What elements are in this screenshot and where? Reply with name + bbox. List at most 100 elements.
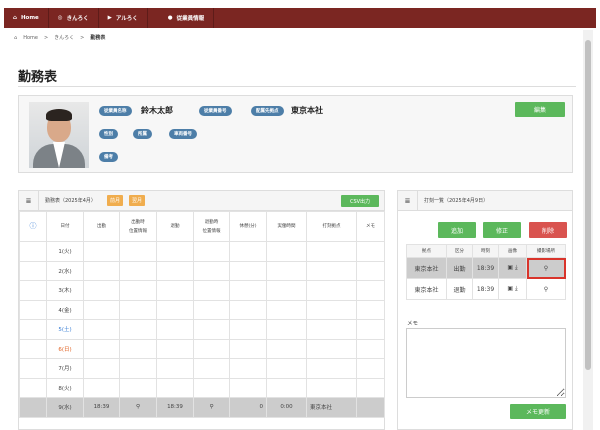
clock-icon: ◎ bbox=[57, 15, 63, 21]
edit-button[interactable]: 編集 bbox=[515, 102, 565, 117]
camera-icon[interactable]: ▣ bbox=[507, 285, 513, 292]
row-out: 18:39 bbox=[156, 397, 194, 418]
col-time: 時刻 bbox=[472, 244, 499, 258]
col-date: 日付 bbox=[46, 211, 84, 242]
download-icon[interactable]: ⤓ bbox=[515, 285, 518, 292]
row-out bbox=[156, 299, 194, 320]
row-in-location bbox=[119, 319, 157, 340]
camera-icon[interactable]: ▣ bbox=[507, 264, 513, 271]
punch-title: 打刻一覧（2025年4月9日） bbox=[424, 198, 489, 204]
col-type: 区分 bbox=[446, 244, 473, 258]
nav-arroku[interactable]: ▶ アルろく bbox=[99, 8, 148, 28]
row-work bbox=[266, 358, 307, 379]
row-memo bbox=[356, 338, 385, 359]
row-out-location bbox=[193, 241, 230, 262]
row-in-location bbox=[119, 241, 157, 262]
list-icon: ≣ bbox=[19, 191, 39, 210]
row-out-location bbox=[193, 319, 230, 340]
col-in: 出勤 bbox=[83, 211, 120, 242]
row-in-location bbox=[119, 260, 157, 281]
row-work bbox=[266, 338, 307, 359]
row-date: 2(水) bbox=[46, 260, 84, 281]
row-memo bbox=[356, 241, 385, 262]
delete-button[interactable]: 削除 bbox=[529, 222, 567, 238]
list-icon: ≣ bbox=[398, 191, 418, 210]
row-memo bbox=[356, 280, 385, 301]
punch-row[interactable]: 東京本社 退勤 18:39 ▣ ⤓ ⚲ bbox=[406, 278, 566, 300]
csv-export-button[interactable]: CSV出力 bbox=[341, 195, 379, 207]
timesheet-table: ⓘ 日付 出勤 出勤時 位置情報 退勤 退勤時 位置情報 休憩(分) 実働時間 打刻… bbox=[19, 211, 385, 418]
memo-update-button[interactable]: メモ更新 bbox=[510, 404, 566, 419]
row-site bbox=[306, 319, 357, 340]
user-icon: ● bbox=[167, 15, 173, 21]
row-break: 0 bbox=[229, 397, 267, 418]
home-icon: ⌂ bbox=[13, 15, 17, 21]
row-break bbox=[229, 299, 267, 320]
row-site bbox=[306, 280, 357, 301]
row-out bbox=[156, 338, 194, 359]
col-memo: メモ bbox=[356, 211, 385, 242]
map-pin-icon[interactable]: ⚲ bbox=[193, 397, 230, 418]
breadcrumb-home[interactable]: Home bbox=[23, 35, 38, 41]
timesheet-row[interactable]: 1(火) bbox=[19, 241, 385, 262]
timesheet-row[interactable]: 3(木) bbox=[19, 280, 385, 301]
row-site bbox=[306, 299, 357, 320]
punch-panel: ≣ 打刻一覧（2025年4月9日） 追加 修正 削除 拠点 区分 時刻 画像 撮影… bbox=[397, 190, 573, 430]
row-work: 0:00 bbox=[266, 397, 307, 418]
row-out-location bbox=[193, 260, 230, 281]
row-date: 9(水) bbox=[46, 397, 84, 418]
profile-card: 従業員名称 鈴木太郎 従業員番号 配属先拠点 東京本社 性別 所属 車両番号 備… bbox=[18, 95, 573, 173]
map-pin-icon[interactable]: ⚲ bbox=[526, 257, 566, 279]
timesheet-row[interactable]: 7(月) bbox=[19, 358, 385, 379]
col-site: 打刻拠点 bbox=[306, 211, 357, 242]
nav-home[interactable]: ⌂ Home bbox=[4, 8, 49, 28]
row-date: 1(火) bbox=[46, 241, 84, 262]
row-out-location bbox=[193, 377, 230, 398]
row-work bbox=[266, 260, 307, 281]
map-pin-icon[interactable]: ⚲ bbox=[526, 278, 566, 300]
download-icon[interactable]: ⤓ bbox=[515, 264, 518, 271]
breadcrumb-kinroku[interactable]: きんろく bbox=[54, 34, 74, 41]
punch-table: 拠点 区分 時刻 画像 撮影場所 東京本社 出勤 18:39 ▣ ⤓ ⚲ 東京本社退… bbox=[406, 244, 566, 300]
col-image: 画像 bbox=[498, 244, 527, 258]
row-out bbox=[156, 358, 194, 379]
help-icon[interactable]: ⓘ bbox=[19, 211, 47, 242]
scrollbar-thumb[interactable] bbox=[585, 40, 591, 370]
row-in-location bbox=[119, 280, 157, 301]
row-break bbox=[229, 377, 267, 398]
col-site: 拠点 bbox=[406, 244, 447, 258]
row-out bbox=[156, 260, 194, 281]
row-break bbox=[229, 338, 267, 359]
punch-row[interactable]: 東京本社 出勤 18:39 ▣ ⤓ ⚲ bbox=[406, 257, 566, 279]
map-pin-icon[interactable]: ⚲ bbox=[119, 397, 157, 418]
timesheet-row[interactable]: 2(水) bbox=[19, 260, 385, 281]
col-out: 退勤 bbox=[156, 211, 194, 242]
nav-employee[interactable]: ● 従業員情報 bbox=[148, 8, 215, 28]
prev-month-button[interactable]: 前月 bbox=[107, 195, 123, 206]
row-in bbox=[83, 280, 120, 301]
modify-button[interactable]: 修正 bbox=[483, 222, 521, 238]
row-break bbox=[229, 280, 267, 301]
row-in-location bbox=[119, 299, 157, 320]
page-title: 勤務表 bbox=[18, 70, 58, 85]
row-memo bbox=[356, 358, 385, 379]
row-break bbox=[229, 241, 267, 262]
add-button[interactable]: 追加 bbox=[438, 222, 476, 238]
label-note: 備考 bbox=[99, 152, 118, 162]
memo-textarea[interactable] bbox=[406, 328, 566, 398]
row-in bbox=[83, 260, 120, 281]
nav-kinroku[interactable]: ◎ きんろく bbox=[49, 8, 99, 28]
row-out-location bbox=[193, 280, 230, 301]
col-in-location: 出勤時 位置情報 bbox=[119, 211, 157, 242]
row-in bbox=[83, 241, 120, 262]
timesheet-row[interactable]: 4(金) bbox=[19, 299, 385, 320]
row-memo bbox=[356, 397, 385, 418]
row-work bbox=[266, 280, 307, 301]
next-month-button[interactable]: 翌月 bbox=[129, 195, 145, 206]
timesheet-row[interactable]: 6(日) bbox=[19, 338, 385, 359]
row-site bbox=[306, 241, 357, 262]
timesheet-row[interactable]: 5(土) bbox=[19, 319, 385, 340]
timesheet-row[interactable]: 8(火) bbox=[19, 377, 385, 398]
employee-photo bbox=[29, 102, 89, 168]
timesheet-row[interactable]: 9(水) 18:39 ⚲ 18:39 ⚲ 0 0:00 東京本社 bbox=[19, 397, 385, 418]
